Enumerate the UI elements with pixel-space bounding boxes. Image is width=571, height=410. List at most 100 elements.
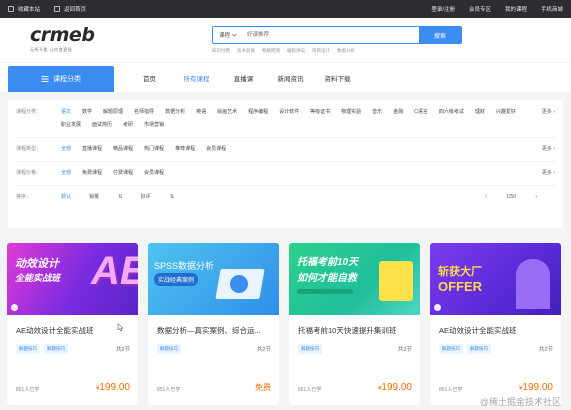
chevron-down-icon xyxy=(232,33,237,37)
course-category-button[interactable]: 课程分类 xyxy=(8,66,114,92)
thumbnail-subtitle: 如何才能自救 xyxy=(297,273,357,284)
lesson-count: 共2节 xyxy=(115,347,130,353)
course-card[interactable]: 动效设计 全能实战班 AE AE动效设计全能实战班 解题技巧 解题技巧 共2节 … xyxy=(7,243,138,405)
login-link[interactable]: 登录/注册 xyxy=(431,5,455,13)
filter-option[interactable]: 精品课程 xyxy=(113,143,133,156)
hot-keyword[interactable]: 项目设计 xyxy=(312,48,330,54)
filter-option[interactable]: 全部 xyxy=(61,167,71,180)
filter-label: 课程分类： xyxy=(16,109,42,115)
next-page-icon[interactable]: › xyxy=(535,194,537,200)
search-category-label: 课程 xyxy=(219,33,231,39)
thumbnail-title: SPSS数据分析 xyxy=(154,261,215,271)
filter-option[interactable]: 全部 xyxy=(61,143,71,156)
search-button[interactable]: 搜索 xyxy=(419,27,461,43)
course-title[interactable]: 托福考前10天快速提升集训班 xyxy=(298,325,414,336)
search-bar: 课程 搜索 xyxy=(212,26,462,44)
star-icon xyxy=(8,6,14,12)
filter-option[interactable]: 理财 xyxy=(475,106,485,119)
filter-option[interactable]: 会员课程 xyxy=(144,167,164,180)
search-input[interactable] xyxy=(243,27,419,43)
course-tag: 解题技巧 xyxy=(298,344,322,354)
hot-keyword[interactable]: 物联网测 xyxy=(262,48,280,54)
divider xyxy=(16,137,555,138)
search-category-select[interactable]: 课程 xyxy=(213,27,243,43)
course-thumbnail: SPSS数据分析 实战经典案例 xyxy=(148,243,279,315)
menu-icon xyxy=(41,76,49,82)
prev-page-icon[interactable]: ‹ xyxy=(485,194,487,200)
filter-option[interactable]: 金融 xyxy=(393,106,403,119)
filter-option[interactable]: 市场营销 xyxy=(144,119,164,132)
filter-option[interactable]: 解题原理 xyxy=(103,106,123,119)
hot-keyword[interactable]: 数据分析 xyxy=(337,48,355,54)
filter-option[interactable]: 会员课程 xyxy=(206,143,226,156)
filter-option[interactable]: 热门课程 xyxy=(144,143,164,156)
more-button[interactable]: 更多 › xyxy=(542,143,555,156)
main-nav: 课程分类 首页 所有课程 直播课 新闻资讯 资料下载 xyxy=(0,62,571,92)
play-icon xyxy=(434,304,441,311)
filter-option[interactable]: 英语 xyxy=(196,106,206,119)
sort-default[interactable]: 默认 xyxy=(61,191,71,203)
more-button[interactable]: 更多 › xyxy=(542,106,555,119)
nav-live[interactable]: 直播课 xyxy=(220,73,267,83)
filter-option[interactable]: 绘画艺术 xyxy=(217,106,237,119)
hot-keyword[interactable]: 技术前端 xyxy=(237,48,255,54)
more-button[interactable]: 更多 › xyxy=(542,167,555,180)
hot-keywords: 知识付费 技术前端 物联网测 编程讲坛 项目设计 数据分析 xyxy=(212,48,355,54)
filter-option[interactable]: 数学 xyxy=(82,106,92,119)
filter-option[interactable]: C语言 xyxy=(414,106,428,119)
filter-option[interactable]: 物理实验 xyxy=(341,106,361,119)
hot-keyword[interactable]: 编程讲坛 xyxy=(287,48,305,54)
filter-option[interactable]: 音乐 xyxy=(372,106,382,119)
filter-option[interactable]: 语文 xyxy=(61,106,71,119)
filter-option[interactable]: 程序编程 xyxy=(248,106,268,119)
nav-news[interactable]: 新闻资讯 xyxy=(267,73,314,83)
my-courses-link[interactable]: 我的课程 xyxy=(505,5,527,13)
favorite-label: 收藏本站 xyxy=(18,7,41,13)
filter-option[interactable]: 面试简历 xyxy=(92,119,112,132)
price-filter-row: 课程价格： 全部 免费课程 付费课程 会员课程 更多 › xyxy=(16,167,555,180)
logo[interactable]: crmeb 无所不能 让你变更强 xyxy=(30,24,95,58)
filter-option[interactable]: 付费课程 xyxy=(113,167,133,180)
course-card[interactable]: 斩获大厂 OFFER AE动效设计全能实战班 解题技巧 解题技巧 共2节 851… xyxy=(430,243,561,405)
course-tags: 解题技巧 共2节 xyxy=(157,344,279,354)
course-card[interactable]: SPSS数据分析 实战经典案例 数据分析—真实案例、综合运... 解题技巧 共2… xyxy=(148,243,279,405)
nav-home[interactable]: 首页 xyxy=(126,73,173,83)
filter-option[interactable]: 直播课程 xyxy=(82,143,102,156)
course-title[interactable]: 数据分析—真实案例、综合运... xyxy=(157,325,273,336)
favorite-link[interactable]: 收藏本站 xyxy=(8,5,40,13)
filter-option[interactable]: 四六级考试 xyxy=(439,106,464,119)
filter-option[interactable]: 职业发展 xyxy=(61,119,81,132)
course-title[interactable]: AE动效设计全能实战班 xyxy=(439,325,555,336)
thumbnail-subtitle: OFFER xyxy=(438,279,483,294)
lesson-count: 共2节 xyxy=(397,347,412,353)
sort-sales[interactable]: 销量 ⇅ xyxy=(89,191,123,203)
filter-option[interactable]: 名师指导 xyxy=(134,106,154,119)
sort-label: 排序： xyxy=(16,194,32,200)
nav-downloads[interactable]: 资料下载 xyxy=(314,73,361,83)
filter-option[interactable]: 免费课程 xyxy=(82,167,102,180)
sort-rating[interactable]: 好评 ⇅ xyxy=(141,191,175,203)
lesson-count: 共2节 xyxy=(256,347,271,353)
thumbnail-title: 斩获大厂 xyxy=(438,266,482,278)
course-title[interactable]: AE动效设计全能实战班 xyxy=(16,325,132,336)
vip-link[interactable]: 会员专区 xyxy=(469,5,491,13)
sort-bar: 排序： 默认 销量 ⇅ 好评 ⇅ ‹ 1/50 › xyxy=(16,191,555,203)
nav-all-courses[interactable]: 所有课程 xyxy=(173,73,220,83)
filter-option[interactable]: 数据分析 xyxy=(165,106,185,119)
course-card[interactable]: 托福考前10天 如何才能自救 托福考前10天快速提升集训班 解题技巧 共2节 8… xyxy=(289,243,420,405)
date-bar xyxy=(297,289,353,294)
divider xyxy=(16,161,555,162)
home-label: 返回首页 xyxy=(64,7,87,13)
hot-keyword[interactable]: 知识付费 xyxy=(212,48,230,54)
filter-option[interactable]: 设计软件 xyxy=(279,106,299,119)
filter-option[interactable]: 考研 xyxy=(123,119,133,132)
home-link[interactable]: 返回首页 xyxy=(54,5,86,13)
filter-option[interactable]: 推荐课程 xyxy=(175,143,195,156)
course-card-list: 动效设计 全能实战班 AE AE动效设计全能实战班 解题技巧 解题技巧 共2节 … xyxy=(7,243,561,405)
learner-count: 851人已学 xyxy=(16,387,40,393)
lesson-count: 共2节 xyxy=(538,347,553,353)
filter-option[interactable]: 兴趣爱好 xyxy=(496,106,516,119)
logo-subtitle: 无所不能 让你变更强 xyxy=(30,47,73,52)
filter-option[interactable]: 等级证书 xyxy=(310,106,330,119)
mobile-shop-link[interactable]: 手机商城 xyxy=(541,5,563,13)
